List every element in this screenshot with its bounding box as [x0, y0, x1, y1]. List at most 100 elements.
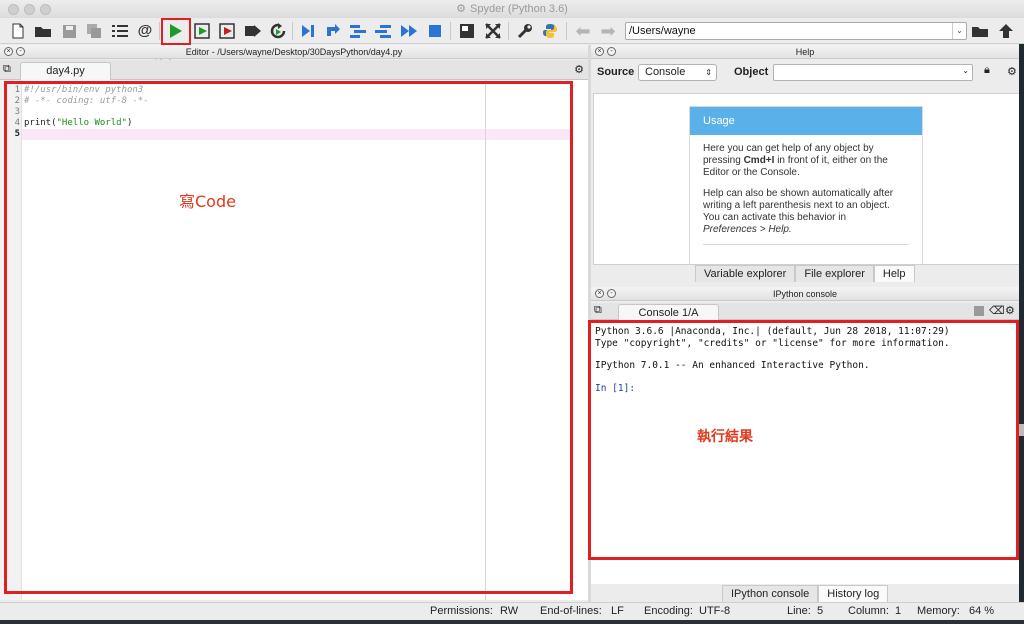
maximize-pane-icon[interactable] [457, 21, 477, 41]
toolbar-separator [159, 22, 160, 40]
tab-label: day4.py [46, 65, 85, 77]
at-icon[interactable]: @ [135, 21, 155, 41]
encoding-label: Encoding: [644, 605, 693, 617]
object-input[interactable]: ⌄ [773, 64, 973, 81]
tab-file-explorer[interactable]: File explorer [795, 265, 874, 282]
close-pane-icon[interactable]: × [595, 47, 604, 56]
preferences-wrench-icon[interactable] [515, 21, 535, 41]
help-view: Usage Here you can get help of any objec… [593, 93, 1020, 265]
close-pane-icon[interactable]: × [595, 289, 604, 298]
toolbar-separator [508, 22, 509, 40]
stop-icon[interactable] [425, 21, 445, 41]
object-label: Object [734, 66, 769, 78]
run-cell-icon[interactable] [193, 21, 213, 41]
undock-pane-icon[interactable]: - [607, 47, 616, 56]
close-pane-icon[interactable]: × [4, 47, 13, 56]
memory-value: 64 % [969, 605, 995, 617]
debug-icon[interactable] [298, 21, 318, 41]
save-icon[interactable] [59, 21, 79, 41]
tab-ipython-console[interactable]: IPython console [722, 585, 819, 602]
usage-text: pressing [703, 155, 744, 166]
minimize-window-button[interactable] [24, 4, 35, 15]
source-select[interactable]: Console ⇕ [638, 64, 717, 81]
working-directory-value: /Users/wayne [629, 25, 696, 37]
editor-title: Editor - /Users/wayne/Desktop/30DaysPyth… [185, 47, 403, 57]
interrupt-kernel-icon[interactable] [974, 306, 984, 316]
parent-dir-icon[interactable] [996, 21, 1016, 41]
editor-tab-bar: ⧉ day4.py ⚙ [0, 60, 588, 80]
updown-arrows-icon: ⇕ [705, 68, 712, 77]
lock-icon[interactable]: 🔒︎ [984, 64, 990, 77]
tab-history-log[interactable]: History log [818, 585, 889, 602]
continue-icon[interactable] [399, 21, 419, 41]
console-bottom-tabs: IPython console History log [722, 585, 889, 602]
step-icon[interactable] [323, 21, 343, 41]
working-directory-combo[interactable]: /Users/wayne ⌄ [625, 22, 967, 40]
editor-pane-header: × - Editor - /Users/wayne/Desktop/30Days… [0, 45, 588, 59]
usage-divider [703, 244, 909, 245]
tab-label: Console 1/A [638, 307, 699, 319]
console-pane-header: × - IPython console [591, 287, 1019, 301]
zoom-window-button[interactable] [40, 4, 51, 15]
undock-pane-icon[interactable]: - [607, 289, 616, 298]
undock-pane-icon[interactable]: - [16, 47, 25, 56]
run-button-annotation-box [161, 18, 191, 45]
chevron-down-icon[interactable]: ⌄ [962, 66, 969, 75]
run-cell-advance-icon[interactable] [218, 21, 238, 41]
usage-title: Usage [690, 107, 922, 135]
editor-options-gear-icon[interactable]: ⚙ [574, 63, 584, 76]
browse-folder-icon[interactable] [970, 21, 990, 41]
close-window-button[interactable] [8, 4, 19, 15]
desktop-strip [0, 620, 1024, 624]
help-options-gear-icon[interactable]: ⚙ [1007, 65, 1017, 78]
usage-card: Usage Here you can get help of any objec… [689, 106, 923, 264]
encoding-value: UTF-8 [699, 605, 731, 617]
browse-tabs-icon[interactable]: ⧉ [3, 63, 11, 76]
outline-icon[interactable] [110, 21, 130, 41]
console-options-gear-icon[interactable]: ⚙ [1005, 304, 1015, 317]
forward-arrow-icon[interactable]: ➡ [598, 21, 618, 41]
permissions-value: RW [500, 605, 519, 617]
save-all-icon[interactable] [84, 21, 104, 41]
scroll-handle[interactable] [1019, 424, 1024, 436]
line-label: Line: [787, 605, 811, 617]
column-label: Column: [848, 605, 889, 617]
toolbar-separator [566, 22, 567, 40]
new-file-icon[interactable] [8, 21, 28, 41]
chevron-down-icon[interactable]: ⌄ [952, 23, 966, 39]
tab-variable-explorer[interactable]: Variable explorer [695, 265, 796, 282]
usage-text-line: Help can also be shown automatically aft… [703, 188, 894, 199]
python-path-icon[interactable] [540, 21, 560, 41]
app-gear-icon: ⚙ [456, 3, 467, 15]
back-arrow-icon[interactable]: ⬅ [573, 21, 593, 41]
status-bar: Permissions: RW End-of-lines: LF Encodin… [0, 602, 1024, 620]
usage-text-line: Editor or the Console. [703, 167, 800, 178]
run-selection-icon[interactable] [243, 21, 263, 41]
source-label: Source [597, 66, 635, 78]
rerun-icon[interactable] [268, 21, 288, 41]
window-title: Spyder (Python 3.6) [470, 3, 568, 15]
help-pane-header: × - Help [591, 45, 1019, 59]
usage-text-line: pressing Cmd+I in front of it, either on… [690, 155, 922, 167]
tab-console-1a[interactable]: Console 1/A [618, 304, 719, 321]
eol-value: LF [611, 605, 624, 617]
open-folder-icon[interactable] [33, 21, 53, 41]
title-bar: ⚙ Spyder (Python 3.6) [0, 0, 1024, 18]
step-return-icon[interactable] [373, 21, 393, 41]
tab-day4-py[interactable]: day4.py [20, 62, 111, 80]
browse-tabs-icon[interactable]: ⧉ [594, 304, 602, 317]
eraser-icon[interactable]: ⌫ [989, 304, 1005, 317]
console-tab-bar: ⧉ Console 1/A ⌫ ⚙ [591, 303, 1024, 321]
window-edge [1019, 44, 1024, 602]
line-value: 5 [817, 605, 824, 617]
toolbar-separator [292, 22, 293, 40]
console-title: IPython console [772, 289, 838, 299]
usage-text-line: Here you can get help of any object by [703, 143, 874, 154]
help-bottom-tabs: Variable explorer File explorer Help [695, 265, 915, 282]
console-annotation-box [588, 320, 1019, 560]
fullscreen-icon[interactable] [483, 21, 503, 41]
toolbar-separator [450, 22, 451, 40]
step-into-icon[interactable] [348, 21, 368, 41]
tab-help[interactable]: Help [873, 265, 915, 282]
usage-text-line: You can activate this behavior in [703, 212, 847, 223]
